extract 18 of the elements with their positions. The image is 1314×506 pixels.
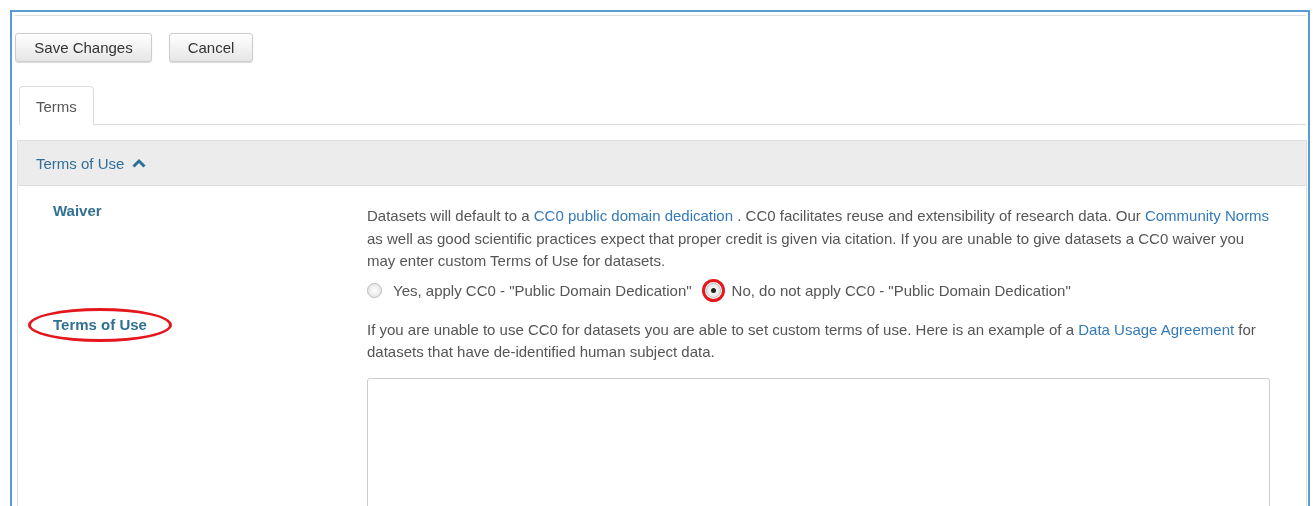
highlight-circle [701,278,725,302]
panel-title: Terms of Use [36,154,125,172]
link[interactable]: Data Usage Agreement [1078,320,1235,338]
radio-button[interactable] [367,282,382,298]
save-button[interactable]: Save Changes [15,33,152,62]
field-label: Waiver [53,202,102,219]
cancel-button[interactable]: Cancel [169,33,253,62]
terms-text-field[interactable] [367,377,1270,506]
field-description: Datasets will default to a CC0 public domain dedication . CC0 facilitates reuse and extensibility of research data. Our Community Norms as well as good scientific practices expect that proper credit is given via citation. If you are unable to give datasets a CC0 waiver you may enter custom Terms of Use for datasets. [367,206,1270,271]
tab[interactable]: Terms [19,86,94,125]
field-label: Terms of Use [53,315,147,333]
link[interactable]: CC0 public domain dedication [533,207,734,224]
panel-header[interactable]: Terms of Use [18,141,1306,186]
radio-button[interactable] [705,282,721,298]
link[interactable]: Community Norms [1144,207,1270,224]
radio-option[interactable]: No, do not apply CC0 - "Public Domain Dedication" [700,276,1071,304]
radio-option[interactable]: Yes, apply CC0 - "Public Domain Dedication" [362,276,692,304]
field-description: If you are unable to use CC0 for datasets you are able to set custom terms of use. Here is an example of a Data Usage Agreement for datasets that have de-identified human subject data. [367,319,1257,362]
